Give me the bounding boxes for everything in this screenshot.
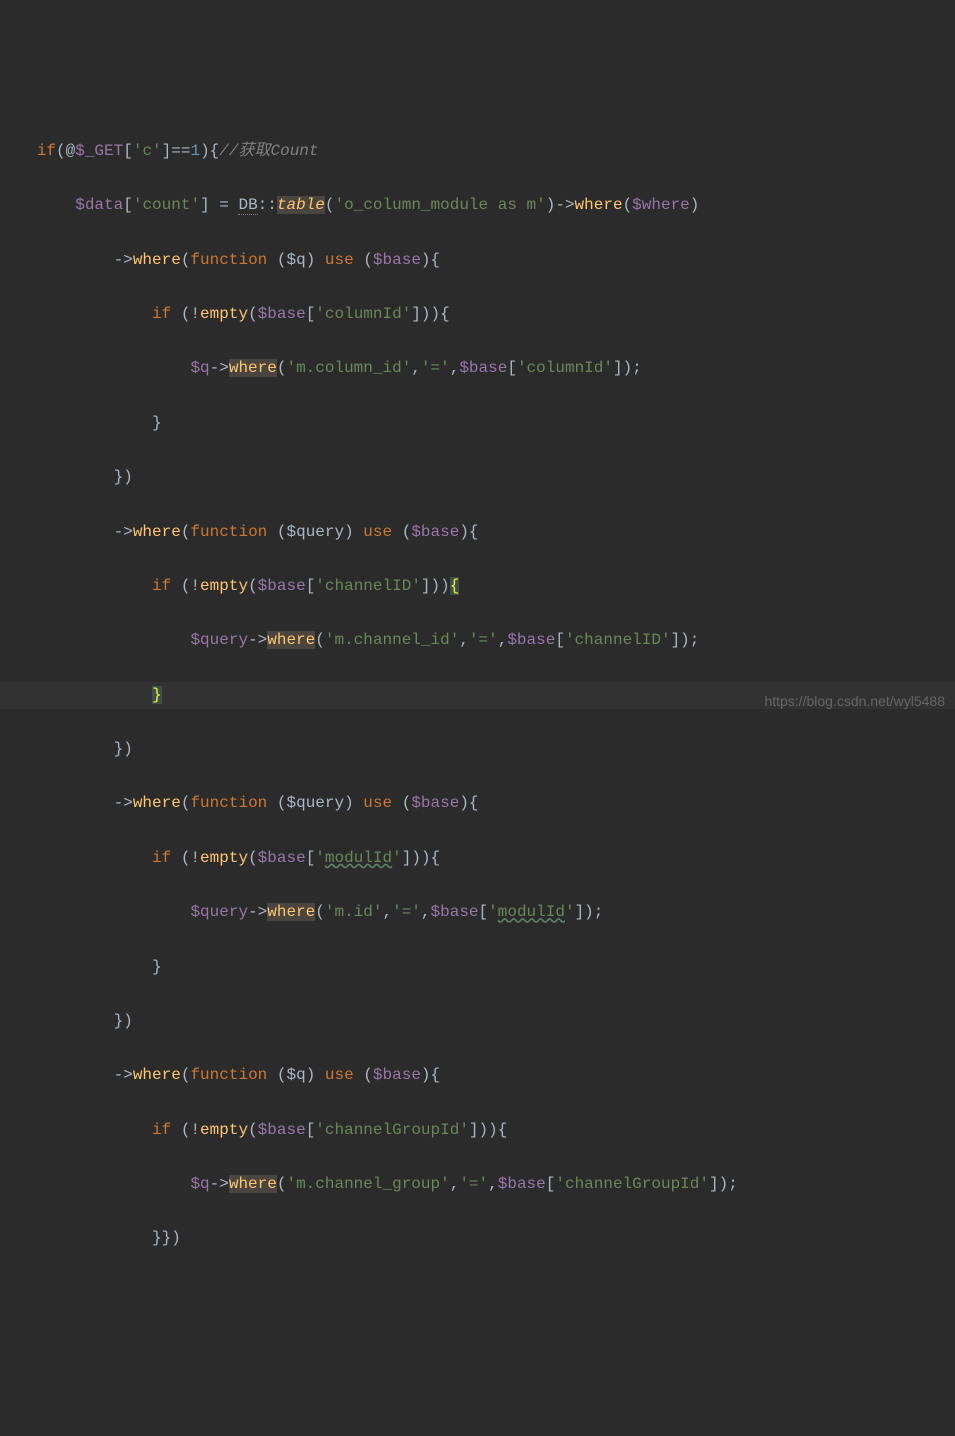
code-line[interactable]: } xyxy=(0,954,955,981)
func-empty: empty xyxy=(200,1121,248,1139)
keyword-if: if xyxy=(152,1121,181,1139)
keyword-use: use xyxy=(325,1066,363,1084)
watermark: https://blog.csdn.net/wyl5488 xyxy=(764,690,945,714)
method-where: where xyxy=(133,251,181,269)
typo-warning: modulId xyxy=(325,849,392,867)
keyword-use: use xyxy=(363,794,401,812)
code-line[interactable]: $q->where('m.channel_group','=',$base['c… xyxy=(0,1171,955,1198)
code-line[interactable]: }) xyxy=(0,736,955,763)
method-where: where xyxy=(133,794,181,812)
method-where: where xyxy=(133,1066,181,1084)
code-line[interactable]: ->where(function ($query) use ($base){ xyxy=(0,790,955,817)
code-line[interactable]: $query->where('m.id','=',$base['modulId'… xyxy=(0,899,955,926)
comment: //获取Count xyxy=(219,142,318,160)
keyword-function: function xyxy=(190,1066,276,1084)
method-where: where xyxy=(229,359,277,377)
code-line[interactable]: ->where(function ($query) use ($base){ xyxy=(0,519,955,546)
code-line[interactable]: } xyxy=(0,410,955,437)
method-where: where xyxy=(267,631,315,649)
var-data: $data xyxy=(75,196,123,214)
keyword-use: use xyxy=(363,523,401,541)
keyword-function: function xyxy=(190,251,276,269)
code-line[interactable]: ->where(function ($q) use ($base){ xyxy=(0,247,955,274)
typo-warning: modulId xyxy=(498,903,565,921)
method-table: table xyxy=(277,196,325,214)
code-line[interactable]: if (!empty($base['channelID'])){ xyxy=(0,573,955,600)
keyword-if: if xyxy=(152,305,181,323)
code-line[interactable]: $q->where('m.column_id','=',$base['colum… xyxy=(0,355,955,382)
func-empty: empty xyxy=(200,849,248,867)
method-where: where xyxy=(133,523,181,541)
var-get: $_GET xyxy=(75,142,123,160)
brace-match: { xyxy=(450,577,460,595)
code-line[interactable]: ->where(function ($q) use ($base){ xyxy=(0,1062,955,1089)
code-line[interactable]: if (!empty($base['modulId'])){ xyxy=(0,845,955,872)
keyword-if: if xyxy=(152,577,181,595)
code-line[interactable]: }) xyxy=(0,1008,955,1035)
keyword-use: use xyxy=(325,251,363,269)
keyword-function: function xyxy=(190,523,276,541)
class-db: DB xyxy=(238,196,257,215)
keyword-function: function xyxy=(190,794,276,812)
method-where: where xyxy=(229,1175,277,1193)
code-line[interactable]: if(@$_GET['c']==1){//获取Count xyxy=(0,138,955,165)
code-line[interactable]: if (!empty($base['columnId'])){ xyxy=(0,301,955,328)
code-line[interactable]: if (!empty($base['channelGroupId'])){ xyxy=(0,1117,955,1144)
func-empty: empty xyxy=(200,577,248,595)
func-empty: empty xyxy=(200,305,248,323)
method-where: where xyxy=(575,196,623,214)
keyword-if: if xyxy=(37,142,56,160)
keyword-if: if xyxy=(152,849,181,867)
code-line[interactable]: }) xyxy=(0,464,955,491)
code-line[interactable]: }}) xyxy=(0,1225,955,1252)
code-line[interactable]: $query->where('m.channel_id','=',$base['… xyxy=(0,627,955,654)
code-line[interactable]: $data['count'] = DB::table('o_column_mod… xyxy=(0,192,955,219)
method-where: where xyxy=(267,903,315,921)
brace-match: } xyxy=(152,686,162,704)
